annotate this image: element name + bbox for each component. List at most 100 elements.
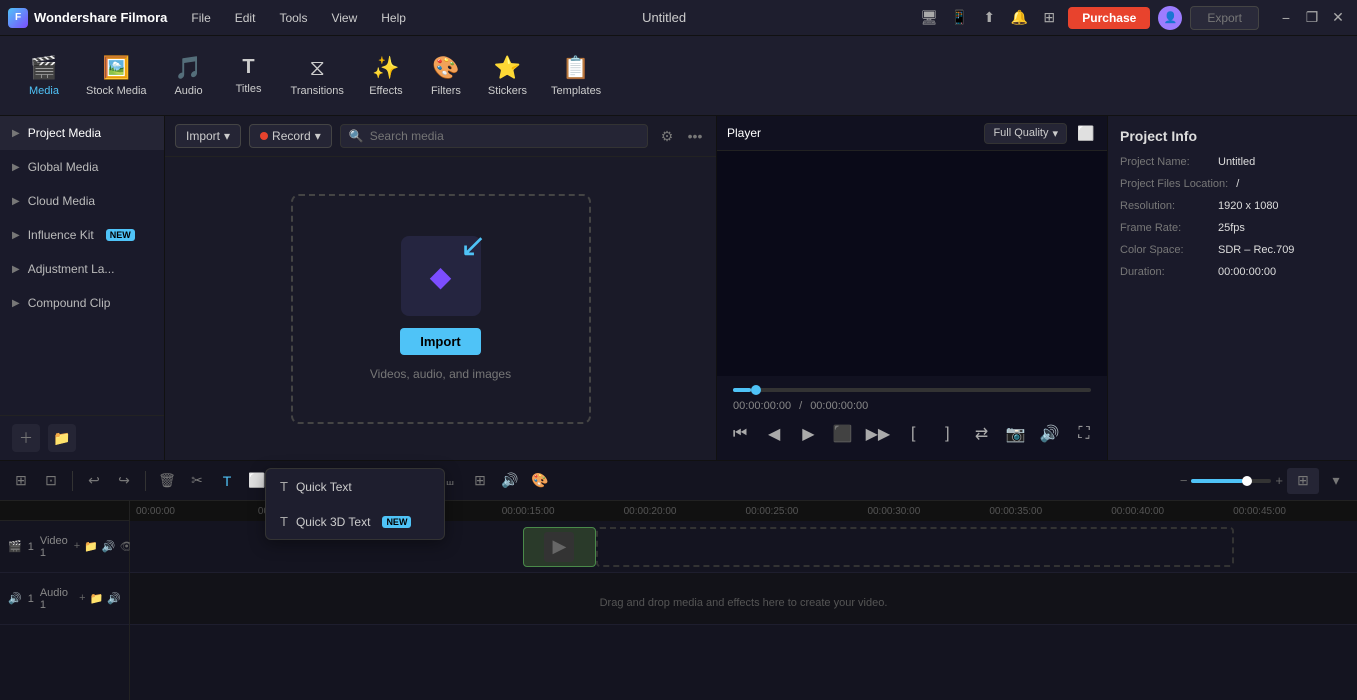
ruler-mark: 00:00:35:00	[987, 506, 1109, 517]
record-button[interactable]: Record ▾	[249, 124, 332, 148]
audio-folder-icon[interactable]: 📁	[90, 592, 104, 605]
quality-chevron-icon: ▾	[1052, 127, 1058, 140]
more-options-icon[interactable]: •••	[684, 125, 706, 147]
main-area: ▶ Project Media ▶ Global Media ▶ Cloud M…	[0, 116, 1357, 460]
toolbar-audio[interactable]: 🎵 Audio	[161, 49, 217, 103]
sidebar-label-compound-clip: Compound Clip	[28, 296, 111, 310]
audio-mute-icon[interactable]: 🔊	[107, 592, 121, 605]
color-space-value: SDR – Rec.709	[1218, 244, 1294, 256]
sidebar-item-global-media[interactable]: ▶ Global Media	[0, 150, 164, 184]
sidebar-item-project-media[interactable]: ▶ Project Media	[0, 116, 164, 150]
add-track-button[interactable]: ⊞	[8, 468, 34, 494]
folder-button[interactable]: 📁	[48, 424, 76, 452]
zoom-slider[interactable]	[1191, 479, 1271, 483]
toolbar-templates[interactable]: 📋 Templates	[541, 49, 611, 103]
audio-track-name: Audio 1	[40, 587, 73, 611]
step-back-button[interactable]: ⏮	[729, 420, 751, 448]
delete-button[interactable]: 🗑	[154, 468, 180, 494]
frame-back-button[interactable]: ◀	[763, 420, 785, 448]
purchase-button[interactable]: Purchase	[1068, 7, 1150, 29]
player-expand-icon[interactable]: ⬜	[1075, 122, 1097, 144]
menu-file[interactable]: File	[187, 9, 214, 27]
toolbar-titles[interactable]: T Titles	[221, 50, 277, 101]
audio-track-number: 1	[28, 593, 34, 605]
import-dropzone-button[interactable]: Import	[400, 328, 480, 355]
loop-button[interactable]: ⇄	[970, 420, 992, 448]
stop-button[interactable]: ⬛	[831, 420, 853, 448]
ruler-mark: 00:00:30:00	[865, 506, 987, 517]
grid-view-button[interactable]: ⊞	[1287, 468, 1319, 494]
screenshot-button[interactable]: 📷	[1005, 420, 1027, 448]
sidebar-item-adjustment-layer[interactable]: ▶ Adjustment La...	[0, 252, 164, 286]
maximize-button[interactable]: ❐	[1301, 7, 1323, 29]
frame-forward-button[interactable]: ▶▶	[866, 420, 891, 448]
toolbar-filters[interactable]: 🎨 Filters	[418, 49, 474, 103]
toolbar-media[interactable]: 🎬 Media	[16, 49, 72, 103]
play-button[interactable]: ▶	[797, 420, 819, 448]
search-input[interactable]	[370, 129, 639, 143]
devices-icon[interactable]: 📱	[948, 7, 970, 29]
menu-help[interactable]: Help	[377, 9, 410, 27]
sidebar-item-cloud-media[interactable]: ▶ Cloud Media	[0, 184, 164, 218]
effects-icon: ✨	[372, 55, 399, 81]
menu-edit[interactable]: Edit	[231, 9, 260, 27]
toolbar-transitions[interactable]: ⧖ Transitions	[281, 49, 354, 103]
stickers-label: Stickers	[488, 85, 527, 97]
add-audio-icon[interactable]: +	[79, 592, 85, 605]
quick-text-label: Quick Text	[296, 480, 352, 494]
ruler-mark: 00:00:15:00	[500, 506, 622, 517]
sidebar-item-compound-clip[interactable]: ▶ Compound Clip	[0, 286, 164, 320]
quality-select[interactable]: Full Quality ▾	[984, 123, 1067, 144]
audio-button[interactable]: 🔊	[1039, 420, 1061, 448]
bell-icon[interactable]: 🔔	[1008, 7, 1030, 29]
import-dropzone[interactable]: ◆ ↙ Import Videos, audio, and images	[291, 194, 591, 424]
video-drop-zone[interactable]	[596, 527, 1234, 567]
ruler-mark: 00:00:40:00	[1109, 506, 1231, 517]
main-toolbar: 🎬 Media 🖼️ Stock Media 🎵 Audio T Titles …	[0, 36, 1357, 116]
playback-slider[interactable]	[733, 388, 1091, 392]
color-match-button[interactable]: 🎨	[527, 468, 553, 494]
monitor-icon[interactable]: 🖥	[918, 7, 940, 29]
close-button[interactable]: ✕	[1327, 7, 1349, 29]
track-audio-icon[interactable]: 🔊	[102, 540, 116, 553]
export-button[interactable]: Export	[1190, 6, 1259, 30]
quick-text-item[interactable]: T Quick Text	[266, 469, 444, 504]
menu-view[interactable]: View	[327, 9, 361, 27]
playback-thumb	[751, 385, 761, 395]
toolbar-stickers[interactable]: ⭐ Stickers	[478, 49, 537, 103]
minimize-button[interactable]: −	[1275, 7, 1297, 29]
grid-icon[interactable]: ⊞	[1038, 7, 1060, 29]
timeline-settings-icon[interactable]: ▾	[1323, 468, 1349, 494]
avatar[interactable]: 👤	[1158, 6, 1182, 30]
drag-hint: Drag and drop media and effects here to …	[130, 589, 1357, 609]
upload-icon[interactable]: ⬆	[978, 7, 1000, 29]
menu-tools[interactable]: Tools	[275, 9, 311, 27]
toolbar-effects[interactable]: ✨ Effects	[358, 49, 414, 103]
text-tool-button[interactable]: T	[214, 468, 240, 494]
tab-player[interactable]: Player	[727, 126, 761, 140]
scene-detect-button[interactable]: ⊡	[38, 468, 64, 494]
import-label: Import	[186, 129, 220, 143]
sidebar-item-influence-kit[interactable]: ▶ Influence Kit NEW	[0, 218, 164, 252]
quick-3d-text-item[interactable]: T Quick 3D Text NEW	[266, 504, 444, 539]
mark-out-button[interactable]: ]	[936, 420, 958, 448]
search-box[interactable]: 🔍	[340, 124, 648, 148]
filters-icon: 🎨	[432, 55, 459, 81]
undo-button[interactable]: ↩	[81, 468, 107, 494]
add-folder-button[interactable]: ＋	[12, 424, 40, 452]
redo-button[interactable]: ↪	[111, 468, 137, 494]
fullscreen-button[interactable]: ⛶	[1073, 420, 1095, 448]
ruler-mark: 00:00:25:00	[744, 506, 866, 517]
track-folder-icon[interactable]: 📁	[84, 540, 98, 553]
toolbar-stock-media[interactable]: 🖼️ Stock Media	[76, 49, 157, 103]
cut-button[interactable]: ✂	[184, 468, 210, 494]
mark-in-button[interactable]: [	[902, 420, 924, 448]
audio-detach-button[interactable]: 🔊	[497, 468, 523, 494]
import-button[interactable]: Import ▾	[175, 124, 241, 148]
filter-icon[interactable]: ⚙	[656, 125, 678, 147]
video-clip[interactable]: ▶	[523, 527, 597, 567]
multi-cam-button[interactable]: ⊞	[467, 468, 493, 494]
quick-3d-text-label: Quick 3D Text	[296, 515, 370, 529]
add-clip-icon[interactable]: +	[74, 540, 80, 553]
titles-label: Titles	[236, 83, 262, 95]
